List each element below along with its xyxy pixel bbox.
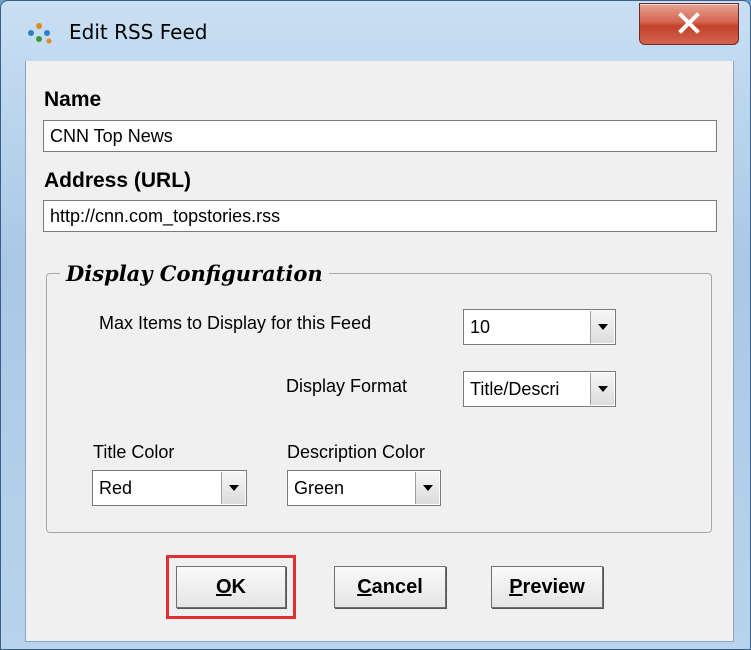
max-items-value: 10 (470, 317, 491, 337)
dialog-body: Name CNN Top News Address (URL) http://c… (25, 61, 734, 642)
cancel-button[interactable]: Cancel (334, 566, 446, 608)
title-color-value: Red (99, 478, 133, 498)
cancel-accelerator: C (357, 576, 372, 598)
description-color-dropdown-arrow[interactable] (415, 472, 439, 504)
window-title: Edit RSS Feed (69, 20, 208, 44)
display-configuration-title: Display Configuration (60, 261, 329, 286)
cancel-label-rest: ancel (371, 576, 423, 598)
address-label: Address (URL) (44, 169, 192, 192)
ok-accelerator: O (215, 576, 232, 598)
preview-accelerator: P (509, 576, 523, 598)
display-format-label: Display Format (286, 376, 408, 396)
title-bar[interactable]: Edit RSS Feed (1, 1, 750, 61)
max-items-dropdown-arrow[interactable] (590, 311, 614, 343)
display-format-value: Title/Descri (470, 379, 560, 399)
address-input[interactable]: http://cnn.com_topstories.rss (43, 200, 717, 232)
ok-button[interactable]: OK (176, 566, 286, 608)
title-color-dropdown-arrow[interactable] (221, 472, 245, 504)
close-button[interactable] (639, 3, 739, 45)
chevron-down-icon (598, 324, 608, 330)
display-format-dropdown-arrow[interactable] (590, 373, 614, 405)
chevron-down-icon (598, 386, 608, 392)
title-color-select[interactable]: Red (92, 470, 247, 506)
ok-label-rest: K (231, 576, 246, 598)
name-label: Name (44, 88, 102, 111)
chevron-down-icon (229, 485, 239, 491)
chevron-down-icon (423, 485, 433, 491)
preview-button[interactable]: Preview (491, 566, 603, 608)
description-color-value: Green (294, 478, 345, 498)
title-color-label: Title Color (93, 442, 175, 462)
description-color-label: Description Color (287, 442, 426, 462)
rss-feed-icon (28, 23, 52, 44)
edit-rss-feed-dialog: Edit RSS Feed Name CNN Top News Address … (0, 0, 751, 650)
description-color-select[interactable]: Green (287, 470, 441, 506)
display-format-select[interactable]: Title/Descri (463, 371, 616, 407)
name-input[interactable]: CNN Top News (43, 120, 717, 152)
preview-label-rest: review (522, 576, 585, 598)
close-icon (678, 12, 700, 34)
max-items-label: Max Items to Display for this Feed (99, 313, 372, 333)
max-items-select[interactable]: 10 (463, 309, 616, 345)
